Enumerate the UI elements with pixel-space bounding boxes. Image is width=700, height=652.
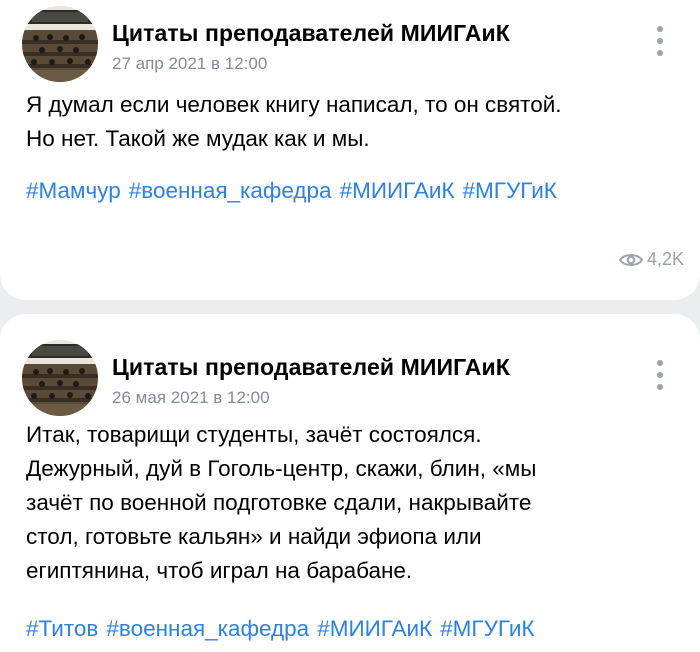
more-vertical-icon[interactable] [656,26,664,56]
hashtag-link[interactable]: #Титов [26,616,98,641]
avatar[interactable] [22,340,98,416]
post-text-line: Дежурный, дуй в Гоголь-центр, скажи, бли… [26,456,537,481]
more-vertical-icon[interactable] [656,360,664,390]
hashtag-link[interactable]: #МИИГАиК [317,616,432,641]
post-hashtags: #Титов #военная_кафедра #МИИГАиК #МГУГиК [26,616,543,642]
post-text: Я думал если человек книгу написал, то о… [26,88,660,156]
hashtag-link[interactable]: #МГУГиК [463,178,557,203]
post-hashtags: #Мамчур #военная_кафедра #МИИГАиК #МГУГиК [26,178,565,204]
post-date[interactable]: 26 мая 2021 в 12:00 [112,388,270,408]
news-feed: Цитаты преподавателей МИИГАиК 27 апр 202… [0,0,700,652]
post-text-line: Я думал если человек книгу написал, то о… [26,92,562,117]
views-counter: 4,2K [618,249,684,270]
hashtag-link[interactable]: #Мамчур [26,178,121,203]
post-card: Цитаты преподавателей МИИГАиК 27 апр 202… [0,0,700,300]
post-text: Итак, товарищи студенты, зачёт состоялся… [26,418,660,588]
eye-icon [618,253,643,266]
hashtag-link[interactable]: #МГУГиК [440,616,534,641]
post-card: Цитаты преподавателей МИИГАиК 26 мая 202… [0,314,700,652]
post-text-line: стол, готовьте кальян» и найди эфиопа ил… [26,524,482,549]
lecture-hall-photo [22,6,98,82]
post-text-line: Итак, товарищи студенты, зачёт состоялся… [26,422,482,447]
hashtag-link[interactable]: #МИИГАиК [340,178,455,203]
post-author[interactable]: Цитаты преподавателей МИИГАиК [112,354,510,381]
lecture-hall-photo [22,340,98,416]
post-text-line: Но нет. Такой же мудак как и мы. [26,126,370,151]
post-text-line: зачёт по военной подготовке сдали, накры… [26,490,532,515]
avatar[interactable] [22,6,98,82]
post-text-line: египтянина, чтоб играл на барабане. [26,558,413,583]
post-author[interactable]: Цитаты преподавателей МИИГАиК [112,20,510,47]
views-count: 4,2K [646,249,684,269]
hashtag-link[interactable]: #военная_кафедра [106,616,309,641]
hashtag-link[interactable]: #военная_кафедра [129,178,332,203]
post-date[interactable]: 27 апр 2021 в 12:00 [112,54,267,74]
